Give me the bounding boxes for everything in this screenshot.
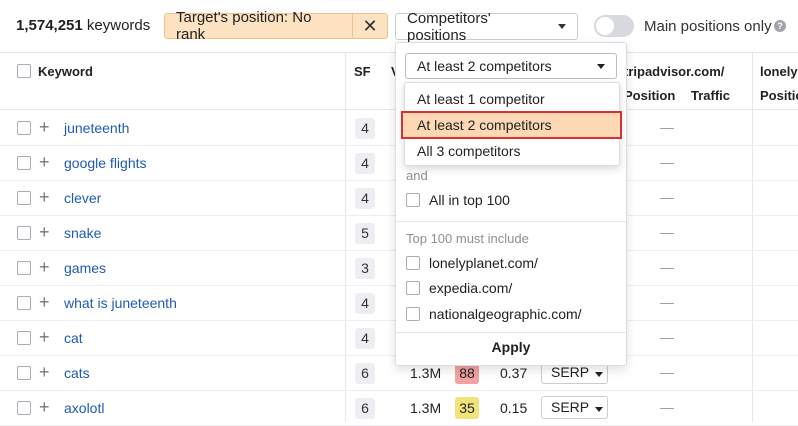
plus-icon[interactable]: +: [39, 222, 50, 243]
keyword-link[interactable]: axolotl: [64, 400, 104, 416]
plus-icon[interactable]: +: [39, 327, 50, 348]
position-value: —: [660, 189, 674, 205]
keyword-link[interactable]: snake: [64, 225, 101, 241]
header-keyword[interactable]: Keyword: [38, 64, 93, 79]
header-tripadvisor-traffic[interactable]: Traffic: [691, 88, 730, 103]
position-value: —: [660, 329, 674, 345]
position-value: —: [660, 119, 674, 135]
competitors-positions-label: Competitors' positions: [407, 9, 491, 44]
plus-icon[interactable]: +: [39, 117, 50, 138]
keyword-link[interactable]: cats: [64, 365, 90, 381]
option-all-3[interactable]: All 3 competitors: [405, 138, 619, 164]
competitors-positions-panel: At least 2 competitors and All in top 10…: [395, 42, 627, 366]
help-icon[interactable]: ?: [774, 20, 786, 32]
plus-icon[interactable]: +: [39, 187, 50, 208]
sf-count[interactable]: 6: [355, 363, 375, 384]
plus-icon[interactable]: +: [39, 362, 50, 383]
plus-icon[interactable]: +: [39, 152, 50, 173]
option-at-least-2[interactable]: At least 2 competitors: [401, 111, 622, 139]
keyword-link[interactable]: games: [64, 260, 106, 276]
plus-icon[interactable]: +: [39, 257, 50, 278]
sf-count[interactable]: 6: [355, 398, 375, 419]
row-checkbox[interactable]: [17, 296, 31, 310]
plus-icon[interactable]: +: [39, 292, 50, 313]
header-sf[interactable]: SF: [354, 64, 371, 79]
domain-option-expedia[interactable]: expedia.com/: [406, 280, 512, 296]
sf-count[interactable]: 4: [355, 118, 375, 139]
competitors-options-list: At least 1 competitor At least 2 competi…: [401, 82, 622, 166]
position-value: —: [660, 224, 674, 240]
table-row: + axolotl 6 1.3M 35 0.15 SERP —: [0, 391, 798, 426]
chevron-down-icon: [595, 407, 604, 412]
volume-value: 1.3M: [410, 365, 442, 381]
cpc-value: 0.37: [500, 365, 528, 381]
target-position-filter-chip[interactable]: Target's position: No rank ✕: [164, 9, 388, 43]
all-in-top100-option[interactable]: All in top 100: [406, 192, 510, 208]
domain-checkbox[interactable]: [406, 307, 420, 321]
sf-count[interactable]: 4: [355, 293, 375, 314]
row-checkbox[interactable]: [17, 331, 31, 345]
volume-value: 1.3M: [410, 400, 442, 416]
chevron-down-icon: [558, 24, 566, 29]
keyword-count: 1,574,251 keywords: [16, 17, 151, 34]
position-value: —: [660, 294, 674, 310]
select-all-checkbox[interactable]: [17, 64, 31, 78]
keyword-link[interactable]: juneteenth: [64, 120, 129, 136]
position-value: —: [660, 399, 674, 415]
cpc-value: 0.15: [500, 400, 528, 416]
domain-option-nationalgeographic[interactable]: nationalgeographic.com/: [406, 306, 582, 322]
and-label: and: [406, 168, 428, 183]
sf-count[interactable]: 4: [355, 188, 375, 209]
divider: [396, 332, 626, 333]
position-value: —: [660, 364, 674, 380]
header-lonelyplanet-position[interactable]: Positio: [760, 88, 798, 103]
row-checkbox[interactable]: [17, 366, 31, 380]
option-at-least-1[interactable]: At least 1 competitor: [405, 86, 619, 112]
sf-count[interactable]: 4: [355, 153, 375, 174]
row-checkbox[interactable]: [17, 401, 31, 415]
row-checkbox[interactable]: [17, 121, 31, 135]
header-tripadvisor-position[interactable]: Position: [624, 88, 675, 103]
must-include-label: Top 100 must include: [406, 231, 529, 246]
keyword-link[interactable]: clever: [64, 190, 101, 206]
sf-count[interactable]: 5: [355, 223, 375, 244]
main-positions-label: Main positions only: [644, 18, 772, 35]
keyword-link[interactable]: what is juneteenth: [64, 295, 177, 311]
competitors-count-select[interactable]: At least 2 competitors: [405, 53, 617, 79]
target-position-label: Target's position: No rank: [176, 9, 312, 43]
header-tripadvisor[interactable]: tripadvisor.com/: [624, 64, 724, 79]
kd-badge: 35: [455, 397, 479, 419]
competitors-positions-button[interactable]: Competitors' positions: [395, 10, 578, 44]
row-checkbox[interactable]: [17, 156, 31, 170]
main-positions-toggle[interactable]: [594, 15, 634, 37]
position-value: —: [660, 259, 674, 275]
domain-checkbox[interactable]: [406, 256, 420, 270]
divider: [396, 221, 626, 222]
plus-icon[interactable]: +: [39, 397, 50, 418]
sf-count[interactable]: 3: [355, 258, 375, 279]
header-lonelyplanet[interactable]: lonely: [760, 64, 798, 79]
close-icon[interactable]: ✕: [352, 14, 387, 38]
sf-count[interactable]: 4: [355, 328, 375, 349]
row-checkbox[interactable]: [17, 226, 31, 240]
keyword-link[interactable]: cat: [64, 330, 83, 346]
row-checkbox[interactable]: [17, 191, 31, 205]
all-in-top100-checkbox[interactable]: [406, 193, 420, 207]
keyword-link[interactable]: google flights: [64, 155, 147, 171]
serp-button[interactable]: SERP: [541, 396, 608, 419]
apply-button[interactable]: Apply: [396, 339, 626, 355]
chevron-down-icon: [597, 64, 605, 69]
position-value: —: [660, 154, 674, 170]
row-checkbox[interactable]: [17, 261, 31, 275]
domain-option-lonelyplanet[interactable]: lonelyplanet.com/: [406, 255, 538, 271]
chevron-down-icon: [595, 372, 604, 377]
domain-checkbox[interactable]: [406, 281, 420, 295]
